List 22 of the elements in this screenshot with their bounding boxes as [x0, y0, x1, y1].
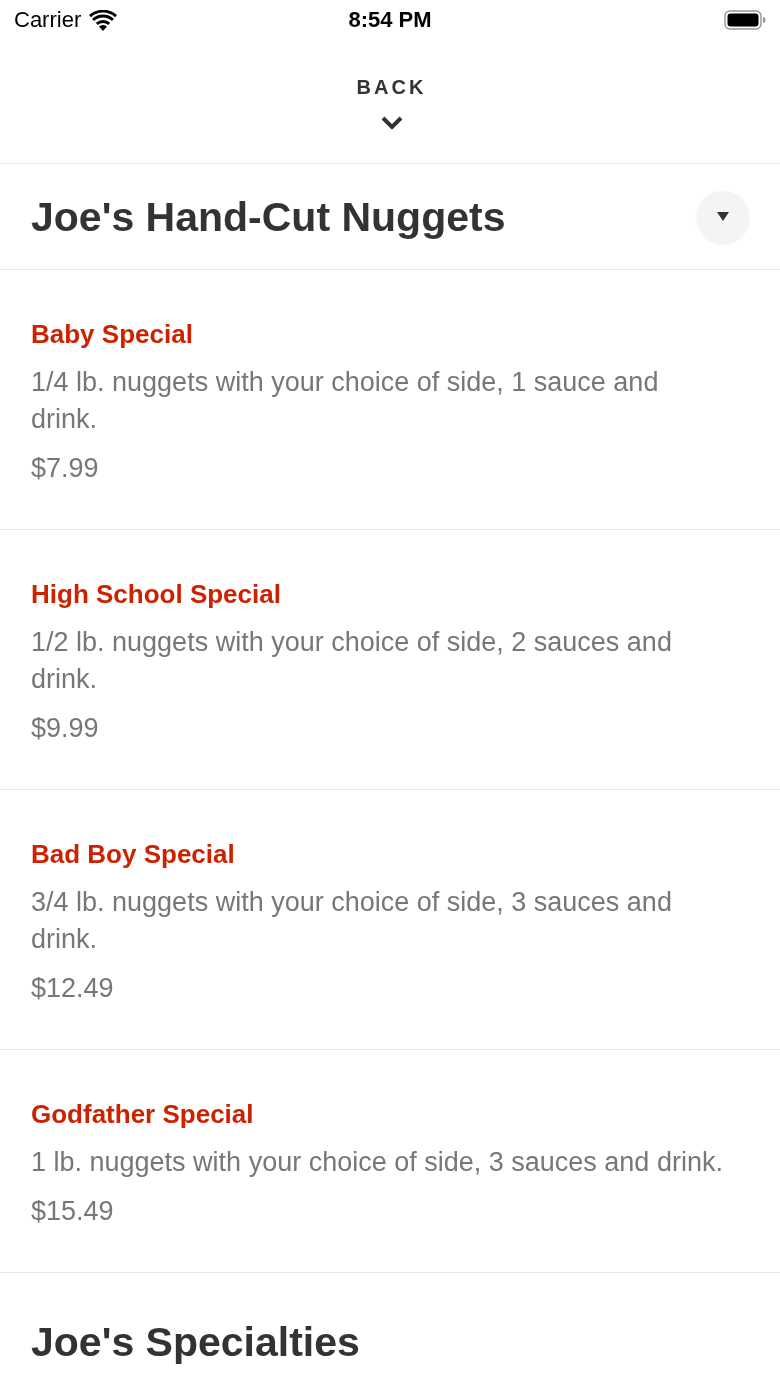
section-title: Joe's Hand-Cut Nuggets — [31, 193, 506, 240]
back-button[interactable]: BACK — [353, 75, 427, 130]
battery-icon — [724, 10, 766, 30]
dropdown-button[interactable] — [697, 190, 749, 243]
item-name: Baby Special — [31, 318, 193, 351]
item-price: $12.49 — [31, 972, 114, 1005]
item-name: Godfather Special — [31, 1098, 254, 1131]
carrier-name: Carrier — [14, 7, 82, 33]
item-price: $15.49 — [31, 1195, 114, 1228]
status-time: 8:54 PM — [348, 7, 432, 33]
item-description: 3/4 lb. nuggets with your choice of side, 3 sauces and drink. — [31, 886, 673, 956]
section-title: Joe's Specialties — [31, 1318, 360, 1365]
item-description: 1 lb. nuggets with your choice of side, 3 sauces and drink. — [31, 1146, 723, 1179]
wifi-icon — [89, 9, 118, 31]
item-description: 1/4 lb. nuggets with your choice of side, 1 sauce and drink. — [31, 366, 660, 436]
item-name: High School Special — [31, 578, 281, 611]
item-price: $7.99 — [31, 452, 99, 485]
item-description: 1/2 lb. nuggets with your choice of side, 2 sauces and drink. — [31, 626, 673, 696]
item-name: Bad Boy Special — [31, 838, 235, 871]
chevron-down-icon — [380, 116, 403, 130]
item-price: $9.99 — [31, 712, 99, 745]
caret-down-icon — [717, 212, 729, 221]
